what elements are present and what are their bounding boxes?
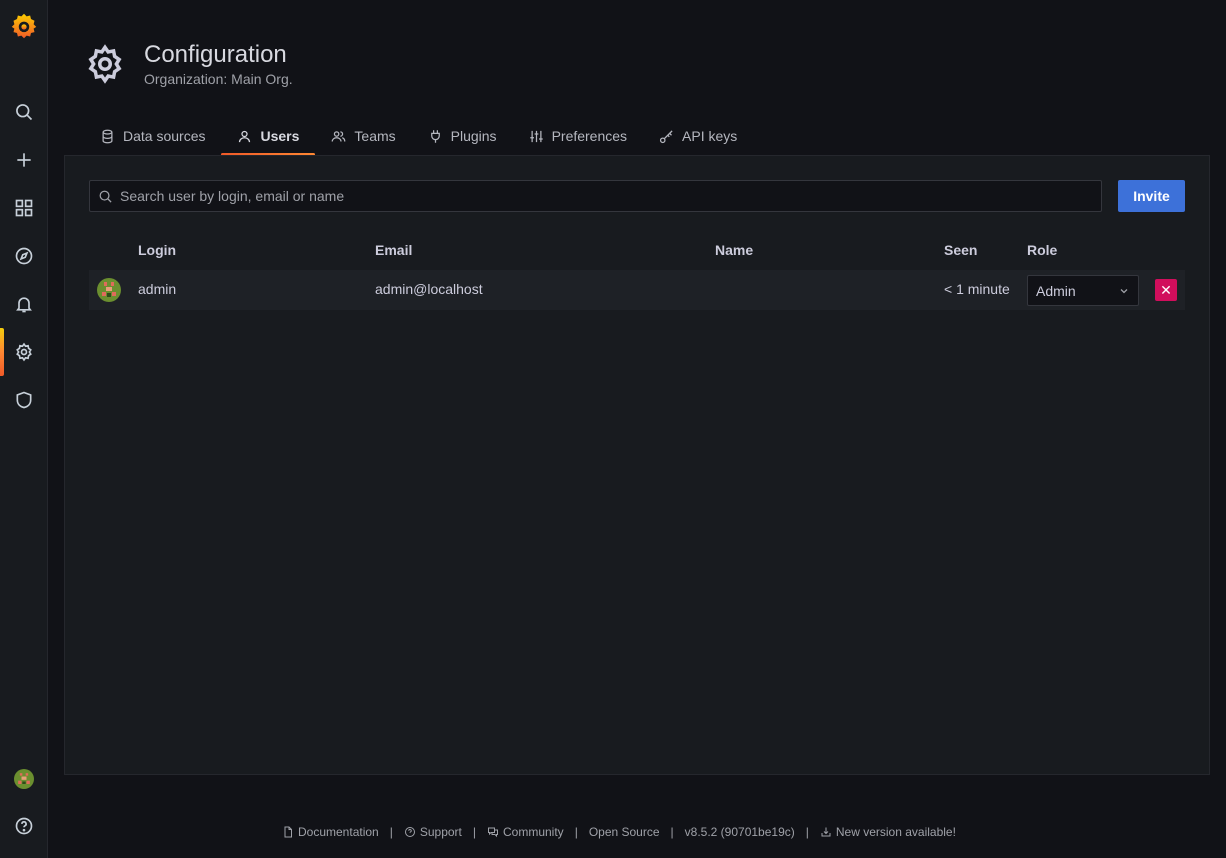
user-icon: [239, 130, 251, 142]
key-icon: [659, 129, 673, 143]
footer: Documentation | Support | Community | Op…: [282, 823, 956, 841]
chevron-down-icon: [1120, 288, 1128, 293]
table-row: admin admin@localhost < 1 minute Admin ✕: [89, 270, 1185, 310]
tab-data-sources[interactable]: Data sources: [84, 118, 221, 154]
footer-separator: |: [805, 825, 809, 839]
page-subtitle: Organization: Main Org.: [144, 71, 293, 87]
footer-new-version-link[interactable]: New version available!: [820, 825, 956, 839]
plus-icon[interactable]: [0, 140, 48, 180]
page-header: Configuration Organization: Main Org.: [84, 40, 293, 88]
tab-label: Teams: [354, 128, 396, 144]
gear-icon[interactable]: [0, 332, 48, 372]
column-header-seen: Seen: [944, 242, 978, 258]
column-header-name: Name: [715, 242, 754, 258]
help-icon[interactable]: [0, 806, 48, 846]
invite-button[interactable]: Invite: [1118, 180, 1185, 212]
search-box[interactable]: [89, 180, 1102, 212]
users-panel: Invite Login Email Name Seen Role admin …: [64, 155, 1210, 775]
user-email: admin@localhost: [375, 281, 483, 297]
grafana-logo-icon[interactable]: [0, 4, 48, 48]
tab-preferences[interactable]: Preferences: [513, 118, 643, 154]
search-input[interactable]: [120, 188, 1101, 204]
tab-label: Preferences: [551, 128, 628, 144]
tab-label: Plugins: [450, 128, 497, 144]
tab-label: Data sources: [123, 128, 206, 144]
footer-link-label: Documentation: [298, 825, 379, 839]
footer-version: v8.5.2 (90701be19c): [685, 825, 795, 839]
column-header-role: Role: [1027, 242, 1058, 258]
user-login: admin: [138, 281, 177, 297]
document-icon: [284, 826, 292, 838]
footer-link-label: Community: [503, 825, 564, 839]
comments-icon: [488, 827, 498, 838]
delete-user-button[interactable]: ✕: [1155, 279, 1177, 301]
footer-link-label: Open Source: [588, 825, 660, 839]
footer-separator: |: [574, 825, 578, 839]
footer-link-label: New version available!: [835, 825, 956, 839]
role-value: Admin: [1036, 282, 1076, 299]
footer-link-label: Support: [419, 825, 462, 839]
footer-community-link[interactable]: Community: [487, 825, 564, 839]
close-icon: ✕: [1160, 282, 1172, 298]
search-icon: [90, 189, 120, 204]
compass-icon[interactable]: [0, 236, 48, 276]
column-header-login: Login: [138, 242, 177, 258]
footer-separator: |: [670, 825, 674, 839]
gear-icon: [84, 43, 126, 85]
tab-teams[interactable]: Teams: [315, 118, 411, 154]
bell-icon[interactable]: [0, 284, 48, 324]
sidebar: [0, 0, 48, 858]
shield-icon[interactable]: [0, 380, 48, 420]
tab-users[interactable]: Users: [221, 118, 316, 156]
search-icon[interactable]: [0, 92, 48, 132]
tab-api-keys[interactable]: API keys: [643, 118, 753, 154]
users-icon: [332, 130, 346, 142]
footer-support-link[interactable]: Support: [404, 825, 462, 839]
footer-separator: |: [472, 825, 476, 839]
page-title: Configuration: [144, 41, 287, 68]
user-seen: < 1 minute: [944, 281, 1010, 297]
version-label: v8.5.2 (90701be19c): [684, 825, 795, 839]
footer-separator: |: [389, 825, 393, 839]
plug-icon: [430, 129, 440, 143]
question-circle-icon: [404, 827, 415, 837]
table-header: Login Email Name Seen Role: [89, 242, 1185, 262]
avatar: [97, 278, 121, 302]
footer-documentation-link[interactable]: Documentation: [282, 825, 379, 839]
dashboards-icon[interactable]: [0, 188, 48, 228]
user-avatar-icon[interactable]: [0, 759, 48, 799]
database-icon: [102, 129, 113, 143]
sliders-icon: [529, 130, 543, 142]
tab-label: Users: [260, 128, 300, 144]
tab-plugins[interactable]: Plugins: [412, 118, 513, 154]
role-select[interactable]: Admin: [1027, 275, 1139, 306]
footer-open-source-link[interactable]: Open Source: [589, 825, 660, 839]
column-header-email: Email: [375, 242, 413, 258]
tab-bar: Data sources Users Teams Plugins Prefere…: [84, 118, 753, 156]
tab-label: API keys: [682, 128, 738, 144]
download-icon: [821, 827, 831, 837]
